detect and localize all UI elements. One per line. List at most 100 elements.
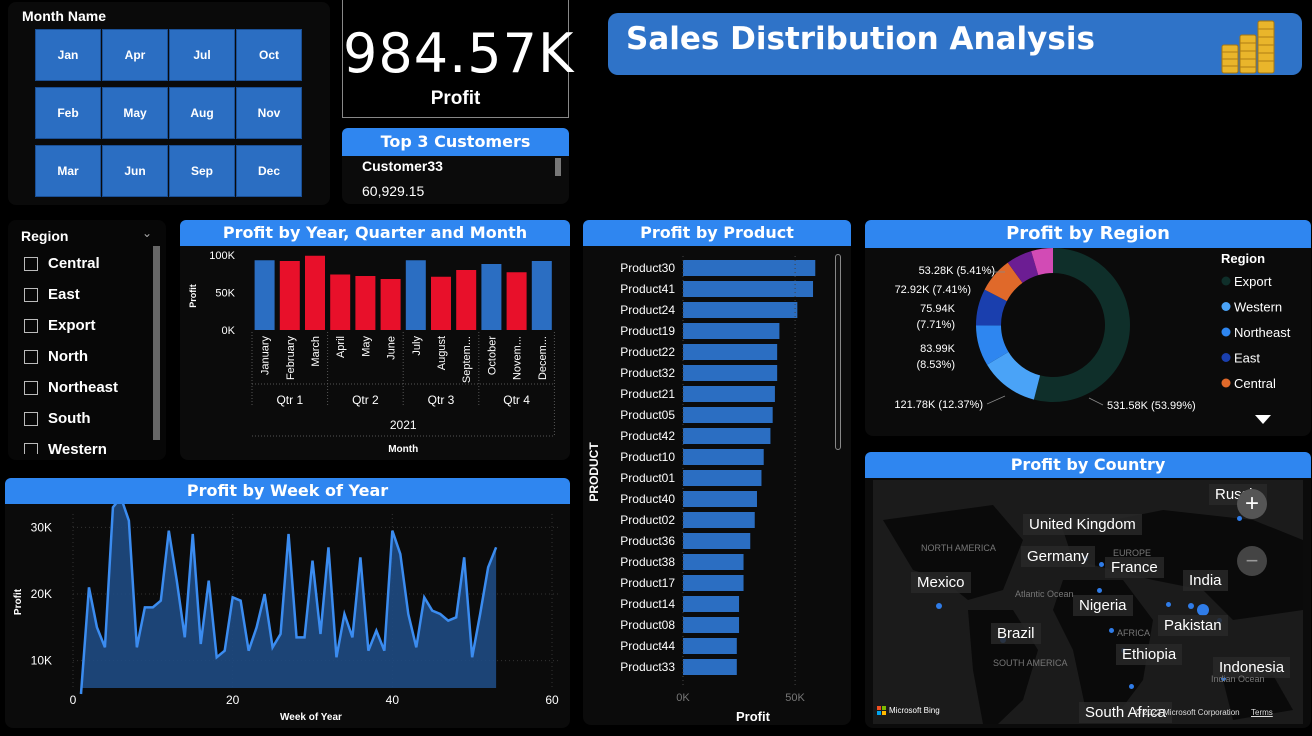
checkbox[interactable] <box>24 349 38 364</box>
map-region-label: Atlantic Ocean <box>1015 589 1074 599</box>
bar[interactable] <box>254 260 275 330</box>
month-button-oct[interactable]: Oct <box>236 29 302 81</box>
region-chart-title: Profit by Region <box>865 220 1311 248</box>
region-option-south[interactable]: South <box>24 410 91 427</box>
bar[interactable] <box>683 344 778 360</box>
bar[interactable] <box>683 302 798 318</box>
bar[interactable] <box>683 596 740 612</box>
quarter-label: Qtr 2 <box>352 393 379 407</box>
region-scrollbar[interactable] <box>153 246 160 440</box>
bar[interactable] <box>305 255 325 330</box>
bar[interactable] <box>683 512 755 528</box>
map-label-pakistan[interactable]: Pakistan <box>1158 615 1228 636</box>
x-axis-title: Week of Year <box>280 712 342 723</box>
product-label: Product14 <box>620 597 675 611</box>
map-label-ethiopia[interactable]: Ethiopia <box>1116 644 1183 665</box>
bar[interactable] <box>683 491 757 507</box>
x-tick-label: August <box>436 336 448 370</box>
bar[interactable] <box>683 365 778 381</box>
checkbox[interactable] <box>24 380 38 395</box>
map-data-point[interactable] <box>936 603 942 609</box>
checkbox[interactable] <box>24 256 38 271</box>
map-data-point[interactable] <box>1236 515 1242 521</box>
region-option-central[interactable]: Central <box>24 255 100 272</box>
zoom-in-button[interactable]: + <box>1237 489 1267 519</box>
data-label: 53.28K (5.41%) <box>919 265 995 277</box>
month-button-mar[interactable]: Mar <box>35 145 101 197</box>
legend-item: Northeast <box>1234 325 1291 340</box>
bar[interactable] <box>683 407 773 423</box>
y-tick-label: 50K <box>215 288 235 300</box>
checkbox[interactable] <box>24 411 38 426</box>
bar[interactable] <box>531 261 552 330</box>
product-label: Product01 <box>620 471 675 485</box>
quarter-label: Qtr 1 <box>276 393 303 407</box>
month-button-jan[interactable]: Jan <box>35 29 101 81</box>
map-data-point[interactable] <box>1096 587 1102 593</box>
bar[interactable] <box>456 270 477 330</box>
kpi-label: Profit <box>430 88 481 109</box>
bar[interactable] <box>683 533 751 549</box>
map-label-brazil[interactable]: Brazil <box>991 623 1041 644</box>
map-label-united-kingdom[interactable]: United Kingdom <box>1023 514 1142 535</box>
map-data-point[interactable] <box>1165 601 1171 607</box>
map-data-point[interactable] <box>1128 683 1134 689</box>
map-label-india[interactable]: India <box>1183 570 1228 591</box>
region-option-western[interactable]: Western <box>24 441 107 454</box>
checkbox[interactable] <box>24 287 38 302</box>
map-label-mexico[interactable]: Mexico <box>911 572 971 593</box>
region-option-east[interactable]: East <box>24 286 80 303</box>
bar[interactable] <box>683 386 775 402</box>
month-button-aug[interactable]: Aug <box>169 87 235 139</box>
region-option-northeast[interactable]: Northeast <box>24 379 118 396</box>
map-data-point[interactable] <box>1188 603 1194 609</box>
bar[interactable] <box>683 617 740 633</box>
month-button-may[interactable]: May <box>102 87 168 139</box>
week-chart-title: Profit by Week of Year <box>5 478 570 504</box>
bar[interactable] <box>279 261 300 330</box>
region-option-north[interactable]: North <box>24 348 88 365</box>
bar[interactable] <box>683 659 737 675</box>
product-chart-title: Profit by Product <box>583 220 851 246</box>
profit-by-product-panel: Profit by Product Product30 Product41 Prod… <box>583 220 851 725</box>
bar[interactable] <box>481 264 502 330</box>
map-label-germany[interactable]: Germany <box>1021 546 1095 567</box>
map-terms-link[interactable]: Terms <box>1251 708 1273 717</box>
checkbox[interactable] <box>24 318 38 333</box>
bar[interactable] <box>683 470 762 486</box>
product-scrollbar[interactable] <box>835 254 841 450</box>
bar[interactable] <box>683 281 814 297</box>
bar[interactable] <box>405 260 426 330</box>
bar[interactable] <box>431 276 451 330</box>
map-region-label: AFRICA <box>1117 628 1151 638</box>
map-label-nigeria[interactable]: Nigeria <box>1073 595 1133 616</box>
bar[interactable] <box>683 323 780 339</box>
map-label-france[interactable]: France <box>1105 557 1164 578</box>
bar[interactable] <box>380 279 401 330</box>
bar[interactable] <box>683 638 737 654</box>
bar[interactable] <box>355 276 376 330</box>
legend-more-arrow-icon[interactable] <box>1255 415 1271 424</box>
product-label: Product32 <box>620 366 675 380</box>
month-button-nov[interactable]: Nov <box>236 87 302 139</box>
bar[interactable] <box>506 272 527 330</box>
checkbox[interactable] <box>24 442 38 454</box>
bar[interactable] <box>683 428 771 444</box>
map-data-point[interactable] <box>1098 561 1104 567</box>
bar[interactable] <box>683 449 764 465</box>
map-data-point[interactable] <box>1108 627 1114 633</box>
month-button-apr[interactable]: Apr <box>102 29 168 81</box>
zoom-out-button[interactable]: − <box>1237 546 1267 576</box>
month-button-dec[interactable]: Dec <box>236 145 302 197</box>
region-option-export[interactable]: Export <box>24 317 96 334</box>
month-button-sep[interactable]: Sep <box>169 145 235 197</box>
top-customers-scrollbar[interactable] <box>555 158 561 176</box>
month-button-jul[interactable]: Jul <box>169 29 235 81</box>
month-button-feb[interactable]: Feb <box>35 87 101 139</box>
world-map[interactable]: Russia United Kingdom Germany France Mexico I… <box>873 480 1303 724</box>
bar[interactable] <box>330 274 351 331</box>
x-axis-title: Profit <box>736 709 771 724</box>
bar[interactable] <box>683 554 744 570</box>
bar[interactable] <box>683 575 744 591</box>
month-button-jun[interactable]: Jun <box>102 145 168 197</box>
